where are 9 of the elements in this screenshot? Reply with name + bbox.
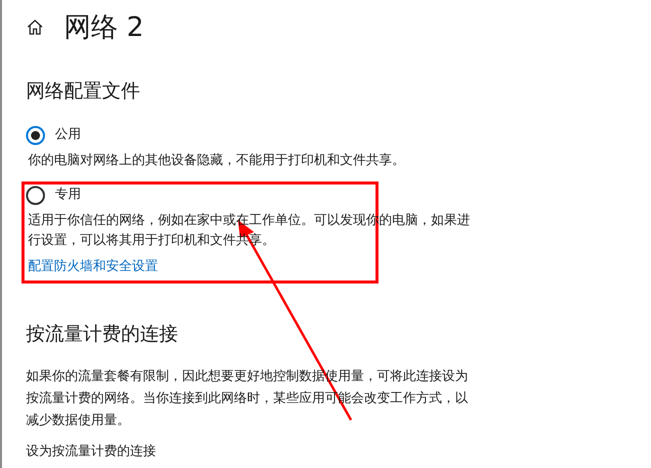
section-heading: 网络配置文件 bbox=[26, 82, 141, 101]
home-icon[interactable] bbox=[26, 18, 44, 36]
option-description: 你的电脑对网络上的其他设备隐藏，不能用于打印机和文件共享。 bbox=[27, 152, 406, 170]
section-heading: 按流量计费的连接 bbox=[26, 324, 179, 344]
page-title: 网络 2 bbox=[64, 14, 144, 40]
radio-option[interactable]: 公用 bbox=[26, 125, 481, 145]
radio-option[interactable]: 专用 bbox=[26, 185, 481, 205]
firewall-link[interactable]: 配置防火墙和安全设置 bbox=[28, 257, 158, 276]
setting-label: 设为按流量计费的连接 bbox=[26, 444, 156, 460]
